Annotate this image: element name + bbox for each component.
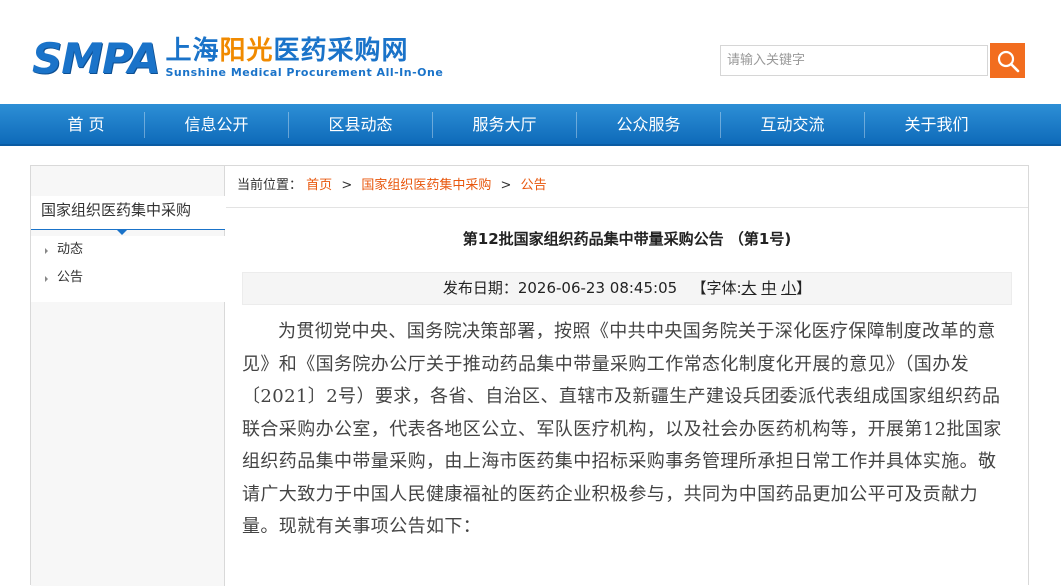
article-body: 为贯彻党中央、国务院决策部署，按照《中共中央国务院关于深化医疗保障制度改革的意见…: [242, 321, 1002, 537]
site-logo[interactable]: SMPA 上海阳光医药采购网 Sunshine Medical Procurem…: [32, 36, 443, 86]
breadcrumb-current[interactable]: 公告: [521, 178, 547, 193]
article-title: 第12批国家组织药品集中带量采购公告 （第1号): [462, 230, 792, 248]
main-content: 当前位置： 首页 > 国家组织医药集中采购 > 公告 第12批国家组织药品集中带…: [226, 166, 1028, 586]
logo-cn-part2: 阳光: [219, 36, 274, 66]
sidebar-title: 国家组织医药集中采购: [31, 196, 225, 235]
logo-smpa-text: SMPA: [32, 34, 160, 83]
article-meta: 发布日期：2026-06-23 08:45:05 【字体:大 中 小】: [242, 272, 1012, 305]
nav-item-about[interactable]: 关于我们: [865, 104, 1008, 144]
font-size-large[interactable]: 大: [742, 279, 757, 297]
search-icon: [997, 50, 1019, 72]
date-label: 发布日期：: [442, 279, 518, 297]
nav-item-public-service[interactable]: 公众服务: [577, 104, 720, 144]
main-nav: 首 页 信息公开 区县动态 服务大厅 公众服务 互动交流 关于我们: [0, 104, 1061, 146]
search-input[interactable]: 请输入关键字: [720, 45, 988, 76]
breadcrumb-separator: >: [341, 178, 353, 193]
nav-item-interaction[interactable]: 互动交流: [721, 104, 864, 144]
breadcrumb-prefix: 当前位置：: [237, 178, 303, 193]
font-size-label-open: 【字体:: [691, 279, 742, 297]
nav-item-district[interactable]: 区县动态: [289, 104, 432, 144]
site-header: SMPA 上海阳光医药采购网 Sunshine Medical Procurem…: [0, 0, 1061, 104]
logo-cn-part3: 医药采购网: [273, 36, 409, 66]
font-size-small[interactable]: 小: [781, 279, 796, 297]
breadcrumb: 当前位置： 首页 > 国家组织医药集中采购 > 公告: [226, 166, 1028, 208]
search-button[interactable]: [990, 43, 1025, 78]
logo-text-group: 上海阳光医药采购网 Sunshine Medical Procurement A…: [165, 36, 443, 80]
logo-english-name: Sunshine Medical Procurement All-In-One: [165, 66, 444, 79]
breadcrumb-separator: >: [500, 178, 512, 193]
logo-chinese-name: 上海阳光医药采购网: [165, 36, 443, 66]
nav-item-info[interactable]: 信息公开: [145, 104, 288, 144]
breadcrumb-home[interactable]: 首页: [306, 178, 332, 193]
sidebar-item-announcement[interactable]: 公告: [31, 264, 225, 292]
nav-item-service-hall[interactable]: 服务大厅: [433, 104, 576, 144]
sidebar-list: 动态 公告: [31, 236, 225, 302]
date-value: 2026-06-23 08:45:05: [517, 279, 678, 297]
breadcrumb-section[interactable]: 国家组织医药集中采购: [361, 178, 491, 193]
sidebar: 国家组织医药集中采购 动态 公告: [31, 166, 225, 586]
font-size-label-close: 】: [796, 279, 812, 297]
sidebar-item-news[interactable]: 动态: [31, 236, 225, 264]
nav-item-home[interactable]: 首 页: [14, 104, 158, 144]
page-container: 国家组织医药集中采购 动态 公告 当前位置： 首页 > 国家组织医药集中采购 >…: [30, 165, 1029, 586]
font-size-medium[interactable]: 中: [761, 279, 776, 297]
logo-cn-part1: 上海: [165, 36, 220, 66]
